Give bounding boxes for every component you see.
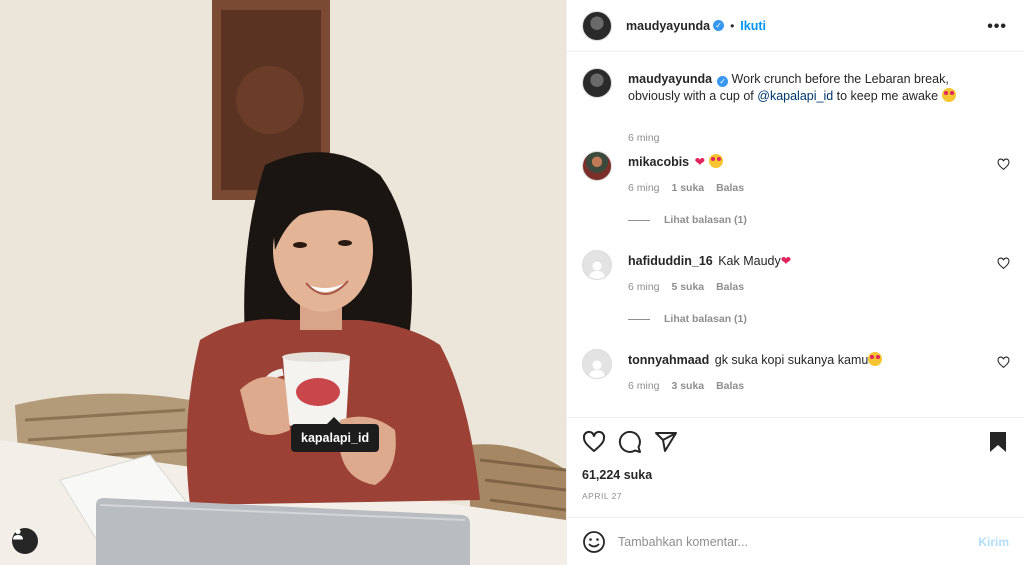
add-comment-bar: Kirim — [567, 517, 1024, 565]
comment-body: Kak Maudy — [718, 254, 781, 268]
verified-badge-icon: ✓ — [717, 76, 729, 87]
comment-likes[interactable]: 5 suka — [671, 281, 704, 293]
view-replies-label: Lihat balasan (1) — [664, 313, 747, 325]
user-icon — [13, 528, 23, 540]
commenter-avatar[interactable] — [582, 151, 612, 181]
tagged-users-button[interactable] — [12, 528, 38, 554]
comment-text: hafiduddin_16 Kak Maudy❤ — [628, 253, 988, 270]
comment-likes[interactable]: 1 suka — [671, 182, 704, 194]
caption-time[interactable]: 6 ming — [628, 132, 660, 144]
default-avatar-icon — [589, 261, 605, 279]
comment-meta: 6 ming 5 suka Balas — [628, 281, 753, 293]
heart-eyes-emoji-icon — [941, 88, 956, 102]
author-username[interactable]: maudyayunda — [626, 19, 710, 33]
comment-username[interactable]: mikacobis — [628, 155, 689, 169]
heart-eyes-emoji-icon — [868, 352, 883, 366]
photo-illustration — [0, 0, 566, 565]
view-replies-button[interactable]: Lihat balasan (1) — [628, 313, 747, 325]
caption-username[interactable]: maudyayunda — [628, 72, 712, 86]
comment-time[interactable]: 6 ming — [628, 281, 660, 293]
view-replies-label: Lihat balasan (1) — [664, 214, 747, 226]
replies-divider — [628, 219, 650, 221]
share-send-icon[interactable] — [654, 430, 678, 454]
like-comment-heart-icon[interactable] — [997, 257, 1010, 270]
comment-row: tonnyahmaad gk suka kopi sukanya kamu 6 … — [582, 349, 1010, 409]
reply-button[interactable]: Balas — [716, 182, 744, 194]
post-header: maudyayunda ✓ • Ikuti ••• — [567, 0, 1024, 52]
post-photo[interactable]: kapalapi_id — [0, 0, 566, 565]
likes-count[interactable]: 61,224 suka — [582, 468, 652, 482]
caption-mention-link[interactable]: @kapalapi_id — [757, 89, 833, 103]
comment-text: mikacobis ❤ — [628, 154, 988, 171]
emoji-picker-icon[interactable] — [582, 530, 606, 554]
reply-button[interactable]: Balas — [716, 380, 744, 392]
save-bookmark-icon[interactable] — [986, 430, 1010, 454]
red-heart-emoji-icon: ❤ — [780, 254, 792, 268]
verified-badge-icon: ✓ — [713, 20, 725, 31]
post-comment-button[interactable]: Kirim — [978, 535, 1009, 549]
comment-body: gk suka kopi sukanya kamu — [714, 353, 869, 367]
commenter-avatar[interactable] — [582, 349, 612, 379]
caption-row: maudyayunda ✓ Work crunch before the Leba… — [582, 68, 1010, 144]
comment-row: hafiduddin_16 Kak Maudy❤ 6 ming 5 suka B… — [582, 250, 1010, 340]
comment-meta: 6 ming 1 suka Balas — [628, 182, 753, 194]
caption-meta: 6 ming — [628, 132, 669, 144]
comment-meta: 6 ming 3 suka Balas — [628, 380, 753, 392]
post-side-panel: maudyayunda ✓ • Ikuti ••• maudyayunda ✓ W… — [566, 0, 1024, 565]
comment-likes[interactable]: 3 suka — [671, 380, 704, 392]
heart-eyes-emoji-icon — [708, 154, 723, 168]
comment-username[interactable]: tonnyahmaad — [628, 353, 709, 367]
post-actions: 61,224 suka APRIL 27 — [567, 417, 1024, 517]
caption-body-2: to keep me awake — [833, 89, 942, 103]
red-heart-emoji-icon: ❤ — [694, 155, 706, 169]
caption-text: maudyayunda ✓ Work crunch before the Leba… — [628, 71, 988, 105]
product-tag-bubble[interactable]: kapalapi_id — [291, 417, 380, 452]
post-date[interactable]: APRIL 27 — [582, 491, 622, 501]
reply-button[interactable]: Balas — [716, 281, 744, 293]
like-comment-heart-icon[interactable] — [997, 158, 1010, 171]
comment-input[interactable] — [618, 534, 979, 549]
comment-bubble-icon[interactable] — [618, 430, 642, 454]
comment-row: mikacobis ❤ 6 ming 1 suka Balas Lihat ba… — [582, 151, 1010, 241]
comment-text: tonnyahmaad gk suka kopi sukanya kamu — [628, 352, 988, 369]
default-avatar-icon — [589, 360, 605, 378]
replies-divider — [628, 318, 650, 320]
more-options-icon[interactable]: ••• — [987, 18, 1007, 36]
comment-username[interactable]: hafiduddin_16 — [628, 254, 713, 268]
caption-author-avatar[interactable] — [582, 68, 612, 98]
separator-dot: • — [730, 18, 735, 33]
author-avatar[interactable] — [582, 10, 612, 41]
follow-button[interactable]: Ikuti — [740, 19, 766, 33]
comment-time[interactable]: 6 ming — [628, 380, 660, 392]
view-replies-button[interactable]: Lihat balasan (1) — [628, 214, 747, 226]
commenter-avatar[interactable] — [582, 250, 612, 280]
like-comment-heart-icon[interactable] — [997, 356, 1010, 369]
like-heart-icon[interactable] — [582, 430, 606, 454]
comment-time[interactable]: 6 ming — [628, 182, 660, 194]
comments-list[interactable]: maudyayunda ✓ Work crunch before the Leba… — [567, 53, 1024, 417]
